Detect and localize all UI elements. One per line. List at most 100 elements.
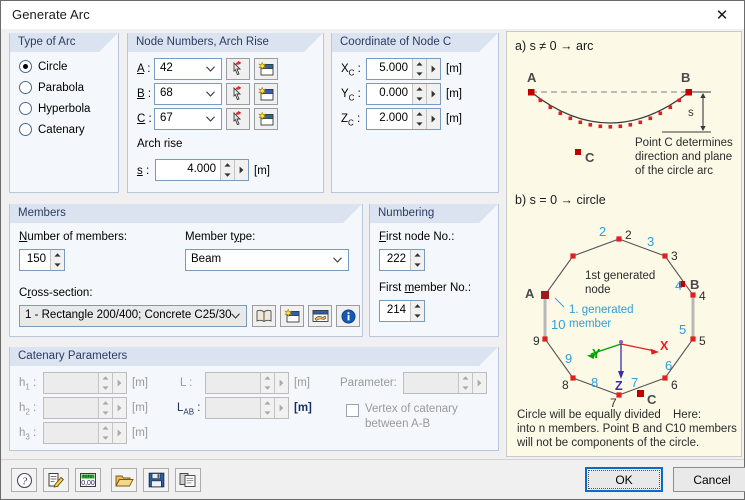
pick-node-c-button[interactable] [226,108,250,130]
cross-section-edit-button[interactable] [308,305,332,327]
field-parameter-value[interactable] [404,373,458,393]
field-l[interactable] [205,372,289,394]
cross-section-new-button[interactable] [280,305,304,327]
radio-parabola[interactable]: Parabola [19,81,84,94]
field-first-member-no-value[interactable]: 214 [380,301,410,321]
new-node-c-button[interactable] [254,108,278,130]
pick-node-a-button[interactable] [226,58,250,80]
field-arch-rise-spinner[interactable] [220,160,234,180]
cross-section-library-button[interactable] [252,305,276,327]
spin-up-icon[interactable] [99,423,112,433]
field-yc-value[interactable]: 0.000 [367,84,412,104]
field-h3[interactable] [43,422,127,444]
field-l-value[interactable] [206,373,260,393]
cancel-button[interactable]: Cancel [673,467,745,492]
spin-up-icon[interactable] [411,301,424,311]
spin-down-icon[interactable] [261,408,274,418]
field-number-of-members-spinner[interactable] [50,250,64,270]
units-button[interactable]: 0,00 [75,468,101,492]
spin-up-icon[interactable] [459,373,472,383]
edit-button[interactable] [43,468,69,492]
field-first-node-no-value[interactable]: 222 [380,250,410,270]
field-parameter[interactable] [403,372,487,394]
field-l-more-button[interactable] [274,373,288,393]
spin-down-icon[interactable] [99,408,112,418]
field-xc-more-button[interactable] [426,59,440,79]
spin-up-icon[interactable] [261,373,274,383]
spin-up-icon[interactable] [413,109,426,119]
field-first-node-no-spinner[interactable] [410,250,424,270]
radio-hyperbola[interactable]: Hyperbola [19,102,90,115]
combo-cross-section[interactable]: 1 - Rectangle 200/400; Concrete C25/30 [19,305,247,327]
field-lab-value[interactable] [206,398,260,418]
spin-up-icon[interactable] [411,250,424,260]
field-number-of-members-value[interactable]: 150 [20,250,50,270]
field-arch-rise[interactable]: 4.000 [155,159,249,181]
ok-button[interactable]: OK [585,467,663,492]
field-zc-value[interactable]: 2.000 [367,109,412,129]
combo-member-type[interactable]: Beam [185,249,349,271]
field-yc-spinner[interactable] [412,84,426,104]
spin-down-icon[interactable] [413,119,426,129]
spin-up-icon[interactable] [51,250,64,260]
field-xc[interactable]: 5.000 [366,58,441,80]
field-lab-more-button[interactable] [274,398,288,418]
field-h3-spinner[interactable] [98,423,112,443]
spin-down-icon[interactable] [413,94,426,104]
field-first-node-no[interactable]: 222 [379,249,425,271]
spin-up-icon[interactable] [99,373,112,383]
field-h2-value[interactable] [44,398,98,418]
field-number-of-members[interactable]: 150 [19,249,65,271]
field-h2-spinner[interactable] [98,398,112,418]
field-arch-rise-more-button[interactable] [234,160,248,180]
field-h1[interactable] [43,372,127,394]
spin-down-icon[interactable] [99,383,112,393]
field-lab[interactable] [205,397,289,419]
field-yc[interactable]: 0.000 [366,83,441,105]
spin-down-icon[interactable] [459,383,472,393]
pick-node-b-button[interactable] [226,83,250,105]
close-icon[interactable]: ✕ [700,1,744,28]
field-h2[interactable] [43,397,127,419]
field-first-member-no-spinner[interactable] [410,301,424,321]
spin-up-icon[interactable] [99,398,112,408]
save-button[interactable] [143,468,169,492]
field-first-member-no[interactable]: 214 [379,300,425,322]
radio-catenary[interactable]: Catenary [19,123,85,136]
field-h3-more-button[interactable] [112,423,126,443]
spin-up-icon[interactable] [413,59,426,69]
field-xc-value[interactable]: 5.000 [367,59,412,79]
spin-up-icon[interactable] [413,84,426,94]
spin-down-icon[interactable] [261,383,274,393]
spin-down-icon[interactable] [411,260,424,270]
field-l-spinner[interactable] [260,373,274,393]
field-zc[interactable]: 2.000 [366,108,441,130]
new-node-a-button[interactable] [254,58,278,80]
field-h1-more-button[interactable] [112,373,126,393]
combo-node-b[interactable]: 68 [154,83,222,105]
spin-up-icon[interactable] [221,160,234,170]
field-lab-spinner[interactable] [260,398,274,418]
field-zc-more-button[interactable] [426,109,440,129]
combo-node-a[interactable]: 42 [154,58,222,80]
field-parameter-more-button[interactable] [472,373,486,393]
open-button[interactable] [111,468,137,492]
copy-button[interactable] [175,468,201,492]
field-h1-spinner[interactable] [98,373,112,393]
spin-down-icon[interactable] [221,170,234,180]
help-button[interactable]: ? [11,468,37,492]
spin-up-icon[interactable] [261,398,274,408]
combo-node-c[interactable]: 67 [154,108,222,130]
cross-section-info-button[interactable] [336,305,360,327]
field-zc-spinner[interactable] [412,109,426,129]
field-parameter-spinner[interactable] [458,373,472,393]
field-h1-value[interactable] [44,373,98,393]
field-h2-more-button[interactable] [112,398,126,418]
checkbox-vertex-of-catenary[interactable] [346,404,359,417]
spin-down-icon[interactable] [411,311,424,321]
field-xc-spinner[interactable] [412,59,426,79]
field-arch-rise-value[interactable]: 4.000 [156,160,220,180]
new-node-b-button[interactable] [254,83,278,105]
field-yc-more-button[interactable] [426,84,440,104]
field-h3-value[interactable] [44,423,98,443]
